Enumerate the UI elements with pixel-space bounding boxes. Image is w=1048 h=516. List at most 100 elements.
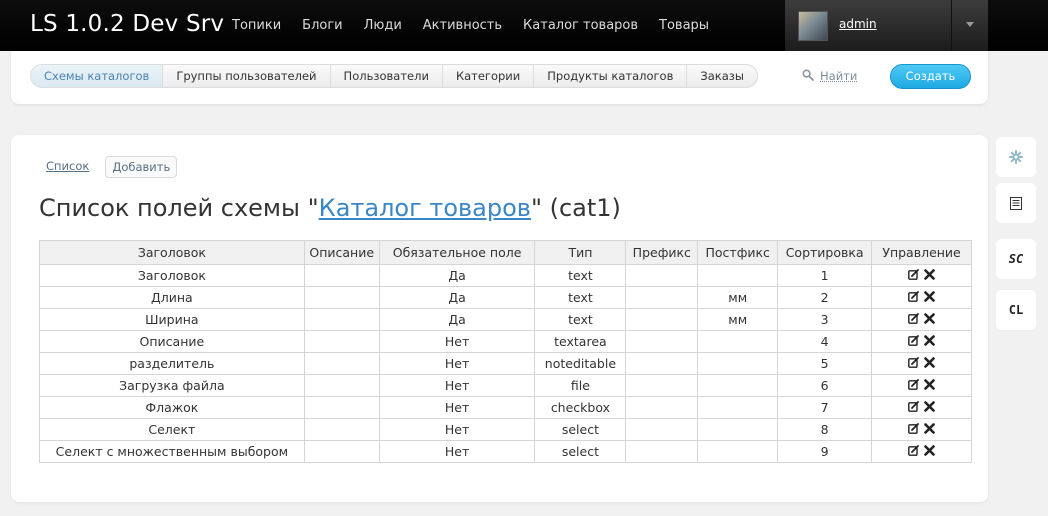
delete-icon[interactable] (924, 401, 935, 412)
cell-required: Нет (378, 330, 536, 353)
table-row: Описание Нет textarea 4 (39, 330, 972, 353)
edit-icon[interactable] (908, 291, 919, 302)
delete-icon[interactable] (924, 269, 935, 280)
edit-icon[interactable] (908, 379, 919, 390)
cell-postfix (697, 418, 779, 441)
cell-required: Нет (378, 352, 536, 375)
page-title-prefix: Список полей схемы " (39, 194, 319, 222)
tab-user-groups[interactable]: Группы пользователей (162, 65, 329, 87)
cell-description (303, 418, 380, 441)
cell-prefix (625, 374, 699, 397)
cell-title: Описание (39, 330, 305, 353)
cell-actions (871, 418, 972, 441)
sc-tool-button[interactable]: SC (996, 239, 1036, 279)
list-button[interactable]: Список (40, 156, 95, 178)
cell-prefix (625, 352, 699, 375)
cell-actions (871, 308, 972, 331)
table-row: Заголовок Да text 1 (39, 264, 972, 287)
edit-icon[interactable] (908, 445, 919, 456)
search-icon[interactable] (802, 69, 814, 81)
nav-topics[interactable]: Топики (232, 18, 281, 33)
cell-sort: 4 (777, 330, 873, 353)
cell-description (303, 308, 380, 331)
delete-icon[interactable] (924, 291, 935, 302)
cell-description (303, 330, 380, 353)
user-menu[interactable]: admin (785, 0, 988, 51)
edit-icon[interactable] (908, 335, 919, 346)
edit-icon[interactable] (908, 313, 919, 324)
cell-postfix (697, 352, 779, 375)
delete-icon[interactable] (924, 313, 935, 324)
nav-products[interactable]: Товары (659, 18, 709, 33)
cell-required: Нет (378, 396, 536, 419)
cell-actions (871, 352, 972, 375)
cell-description (303, 264, 380, 287)
col-manage: Управление (871, 240, 972, 265)
delete-icon[interactable] (924, 445, 935, 456)
tab-catalog-products[interactable]: Продукты каталогов (533, 65, 686, 87)
cell-title: Флажок (39, 396, 305, 419)
cl-tool-button[interactable]: CL (996, 290, 1036, 330)
edit-icon[interactable] (908, 423, 919, 434)
cell-prefix (625, 264, 699, 287)
cell-actions (871, 330, 972, 353)
table-row: Флажок Нет checkbox 7 (39, 396, 972, 419)
nav-catalog[interactable]: Каталог товаров (523, 18, 638, 33)
tab-categories[interactable]: Категории (441, 65, 533, 87)
cell-title: Загрузка файла (39, 374, 305, 397)
action-buttons: Список Добавить (40, 156, 187, 178)
add-button[interactable]: Добавить (105, 156, 178, 178)
delete-icon[interactable] (924, 335, 935, 346)
cell-description (303, 286, 380, 309)
page-title: Список полей схемы "Каталог товаров" (ca… (39, 194, 621, 222)
cell-prefix (625, 418, 699, 441)
fields-table: Заголовок Описание Обязательное поле Тип… (39, 240, 972, 463)
create-button[interactable]: Создать (890, 64, 971, 89)
site-title[interactable]: LS 1.0.2 Dev Srv (30, 11, 224, 37)
cell-postfix (697, 330, 779, 353)
cell-actions (871, 440, 972, 463)
tab-users[interactable]: Пользователи (329, 65, 442, 87)
cell-actions (871, 396, 972, 419)
nav-people[interactable]: Люди (364, 18, 402, 33)
cell-type: checkbox (534, 396, 627, 419)
settings-tool-button[interactable] (996, 137, 1036, 177)
edit-icon[interactable] (908, 401, 919, 412)
cell-title: Селект с множественным выбором (39, 440, 305, 463)
table-row: Селект Нет select 8 (39, 418, 972, 441)
delete-icon[interactable] (924, 423, 935, 434)
nav-activity[interactable]: Активность (423, 18, 502, 33)
table-header: Заголовок Описание Обязательное поле Тип… (39, 240, 972, 265)
nav-blogs[interactable]: Блоги (302, 18, 342, 33)
avatar[interactable] (798, 11, 828, 41)
cell-required: Нет (378, 418, 536, 441)
main-nav: Топики Блоги Люди Активность Каталог тов… (232, 18, 730, 33)
table-row: Селект с множественным выбором Нет select 9 (39, 440, 972, 463)
cell-title: Селект (39, 418, 305, 441)
cell-type: text (534, 264, 627, 287)
cell-title: Ширина (39, 308, 305, 331)
schema-link[interactable]: Каталог товаров (319, 194, 531, 222)
search-link[interactable]: Найти (820, 69, 857, 83)
cell-type: textarea (534, 330, 627, 353)
tab-orders[interactable]: Заказы (686, 65, 757, 87)
col-prefix: Префикс (625, 240, 699, 265)
document-tool-button[interactable] (996, 183, 1036, 223)
delete-icon[interactable] (924, 357, 935, 368)
cell-type: noteditable (534, 352, 627, 375)
cell-sort: 5 (777, 352, 873, 375)
cell-prefix (625, 286, 699, 309)
cell-sort: 8 (777, 418, 873, 441)
edit-icon[interactable] (908, 357, 919, 368)
col-postfix: Постфикс (697, 240, 779, 265)
col-title: Заголовок (39, 240, 305, 265)
cell-prefix (625, 308, 699, 331)
delete-icon[interactable] (924, 379, 935, 390)
edit-icon[interactable] (908, 269, 919, 280)
chevron-down-icon[interactable] (966, 22, 974, 27)
username-link[interactable]: admin (839, 17, 877, 31)
tab-catalog-schemes[interactable]: Схемы каталогов (31, 65, 163, 87)
cell-required: Нет (378, 374, 536, 397)
content-card: Список Добавить Список полей схемы "Ката… (11, 135, 988, 502)
cell-postfix (697, 374, 779, 397)
